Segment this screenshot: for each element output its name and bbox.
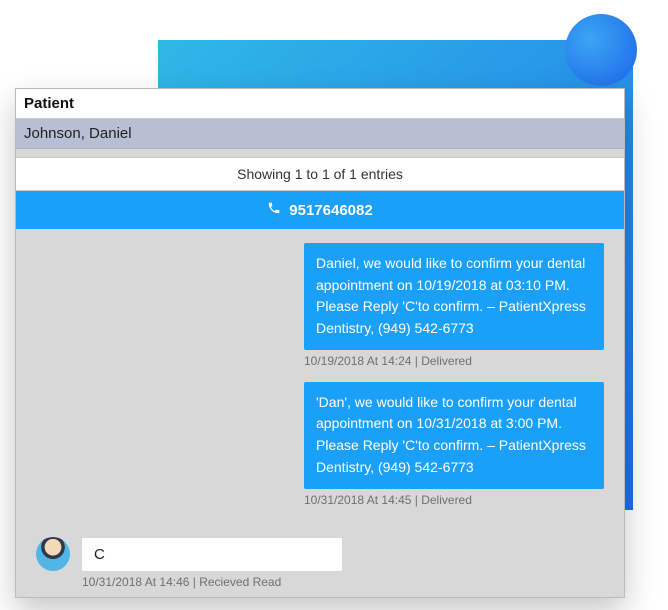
message-meta: 10/19/2018 At 14:24 | Delivered xyxy=(304,354,604,368)
column-header-label: Patient xyxy=(24,95,74,112)
conversation-area: Daniel, we would like to confirm your de… xyxy=(16,229,624,537)
table-header-patient[interactable]: Patient xyxy=(16,89,624,119)
message-bubble[interactable]: Daniel, we would like to confirm your de… xyxy=(304,243,604,350)
incoming-reply-row: C xyxy=(16,537,624,571)
message-text: 'Dan', we would like to confirm your den… xyxy=(316,394,586,475)
phone-number: 9517646082 xyxy=(289,202,372,219)
spacer xyxy=(16,149,624,157)
entries-text: Showing 1 to 1 of 1 entries xyxy=(237,166,403,182)
patient-messaging-panel: Patient Johnson, Daniel Showing 1 to 1 o… xyxy=(15,88,625,598)
avatar[interactable] xyxy=(36,537,70,571)
patient-row-selected[interactable]: Johnson, Daniel xyxy=(16,119,624,149)
message-meta: 10/31/2018 At 14:45 | Delivered xyxy=(304,493,604,507)
decorative-circle xyxy=(565,14,637,86)
reply-text: C xyxy=(94,546,105,563)
patient-name: Johnson, Daniel xyxy=(24,125,132,142)
phone-number-bar[interactable]: 9517646082 xyxy=(16,191,624,229)
outgoing-message: 'Dan', we would like to confirm your den… xyxy=(36,382,604,507)
phone-icon xyxy=(267,201,281,219)
reply-bubble[interactable]: C xyxy=(82,538,342,571)
message-text: Daniel, we would like to confirm your de… xyxy=(316,255,586,336)
message-bubble[interactable]: 'Dan', we would like to confirm your den… xyxy=(304,382,604,489)
outgoing-message: Daniel, we would like to confirm your de… xyxy=(36,243,604,368)
reply-meta: 10/31/2018 At 14:46 | Recieved Read xyxy=(16,571,624,597)
table-entries-info: Showing 1 to 1 of 1 entries xyxy=(16,157,624,191)
